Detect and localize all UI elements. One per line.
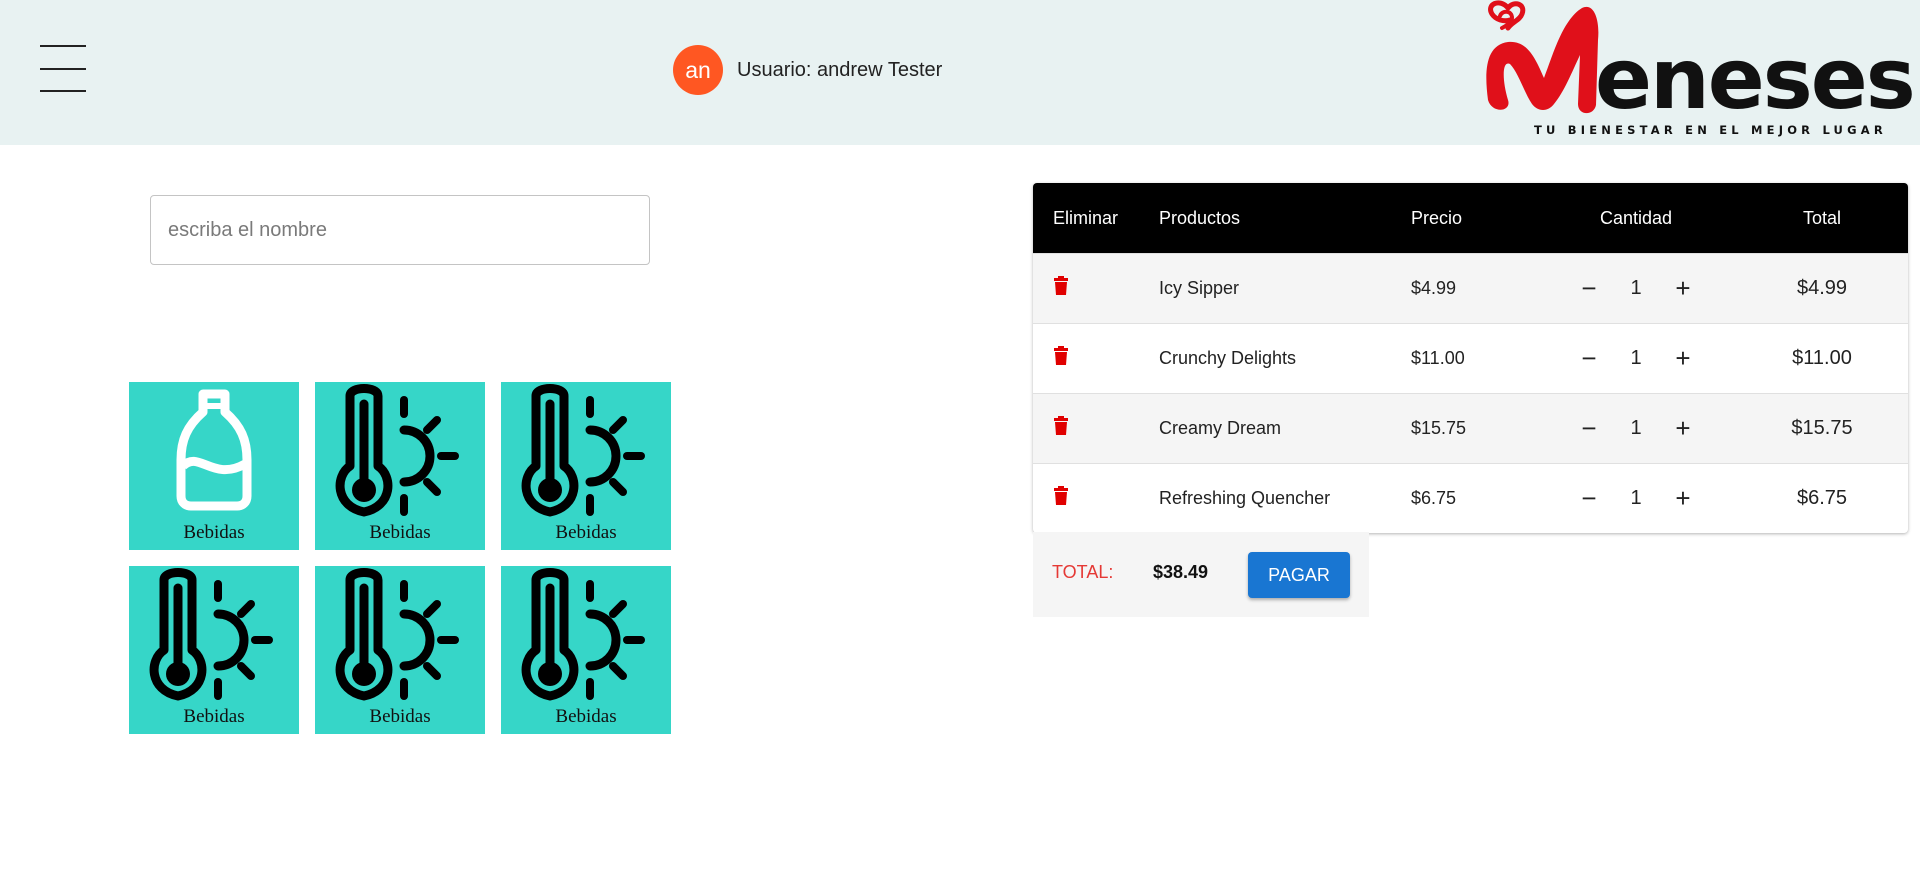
quantity-value: 1 [1630,417,1642,439]
header-total: Total [1802,207,1842,228]
total-value: $38.49 [1153,562,1209,582]
quantity-value: 1 [1630,487,1642,509]
table-row: Icy Sipper $4.99 − 1 + $4.99 [1033,253,1908,323]
row-total: $4.99 [1796,277,1848,299]
avatar: an [673,45,723,95]
cart-header-row: Eliminar Productos Precio Cantidad Total [1033,183,1908,253]
product-name: Creamy Dream [1159,418,1282,438]
category-tile[interactable]: Bebidas [315,382,485,550]
category-tile[interactable]: Bebidas [501,566,671,734]
decrement-button[interactable]: − [1575,343,1603,373]
user-info: an Usuario: andrew Tester [673,45,942,95]
category-label: Bebidas [369,522,431,543]
product-price: $11.00 [1411,348,1465,368]
table-row: Creamy Dream $15.75 − 1 + $15.75 [1033,393,1908,463]
increment-button[interactable]: + [1669,273,1697,303]
product-price: $4.99 [1411,278,1457,298]
menu-icon[interactable] [40,45,86,93]
increment-button[interactable]: + [1669,413,1697,443]
decrement-button[interactable]: − [1575,273,1603,303]
thermometer-sun-icon [521,384,645,517]
decrement-button[interactable]: − [1575,413,1603,443]
category-label: Bebidas [555,706,617,727]
quantity-value: 1 [1630,347,1642,369]
category-label: Bebidas [555,522,617,543]
search-input[interactable] [150,195,650,265]
logo-text: eneses [1595,30,1914,128]
logo-tagline: TU BIENESTAR EN EL MEJOR LUGAR [1534,123,1887,137]
trash-icon[interactable] [1053,276,1069,296]
top-bar: an Usuario: andrew Tester eneses TU BIEN… [0,0,1920,145]
bottle-icon [176,389,252,511]
product-price: $15.75 [1411,418,1467,438]
header-product: Productos [1159,207,1241,228]
trash-icon[interactable] [1053,486,1069,506]
category-tile[interactable]: Bebidas [129,382,299,550]
thermometer-sun-icon [149,568,273,701]
increment-button[interactable]: + [1669,483,1697,513]
total-label: TOTAL: [1052,562,1114,582]
pay-button[interactable]: PAGAR [1248,552,1350,598]
category-tile[interactable]: Bebidas [501,382,671,550]
product-price: $6.75 [1411,488,1457,508]
category-label: Bebidas [183,522,245,543]
increment-button[interactable]: + [1669,343,1697,373]
table-row: Refreshing Quencher $6.75 − 1 + $6.75 [1033,463,1908,533]
thermometer-sun-icon [521,568,645,701]
header-delete: Eliminar [1053,207,1119,228]
product-name: Crunchy Delights [1159,348,1297,368]
category-tile[interactable]: Bebidas [129,566,299,734]
decrement-button[interactable]: − [1575,483,1603,513]
category-label: Bebidas [369,706,431,727]
table-row: Crunchy Delights $11.00 − 1 + $11.00 [1033,323,1908,393]
cart-summary: TOTAL: $38.49 PAGAR [1033,532,1369,617]
thermometer-sun-icon [335,384,459,517]
row-total: $15.75 [1791,417,1853,439]
header-price: Precio [1411,207,1463,228]
thermometer-sun-icon [335,568,459,701]
user-label: Usuario: andrew Tester [737,58,943,81]
header-quantity: Cantidad [1599,207,1673,228]
product-name: Refreshing Quencher [1159,488,1331,508]
trash-icon[interactable] [1053,416,1069,436]
row-total: $6.75 [1796,487,1848,509]
quantity-value: 1 [1630,277,1642,299]
row-total: $11.00 [1792,347,1852,369]
trash-icon[interactable] [1053,346,1069,366]
category-tile[interactable]: Bebidas [315,566,485,734]
category-label: Bebidas [183,706,245,727]
brand-logo: eneses TU BIENESTAR EN EL MEJOR LUGAR [1478,0,1920,142]
cart-table: Eliminar Productos Precio Cantidad Total… [1033,183,1908,533]
product-name: Icy Sipper [1159,278,1240,298]
